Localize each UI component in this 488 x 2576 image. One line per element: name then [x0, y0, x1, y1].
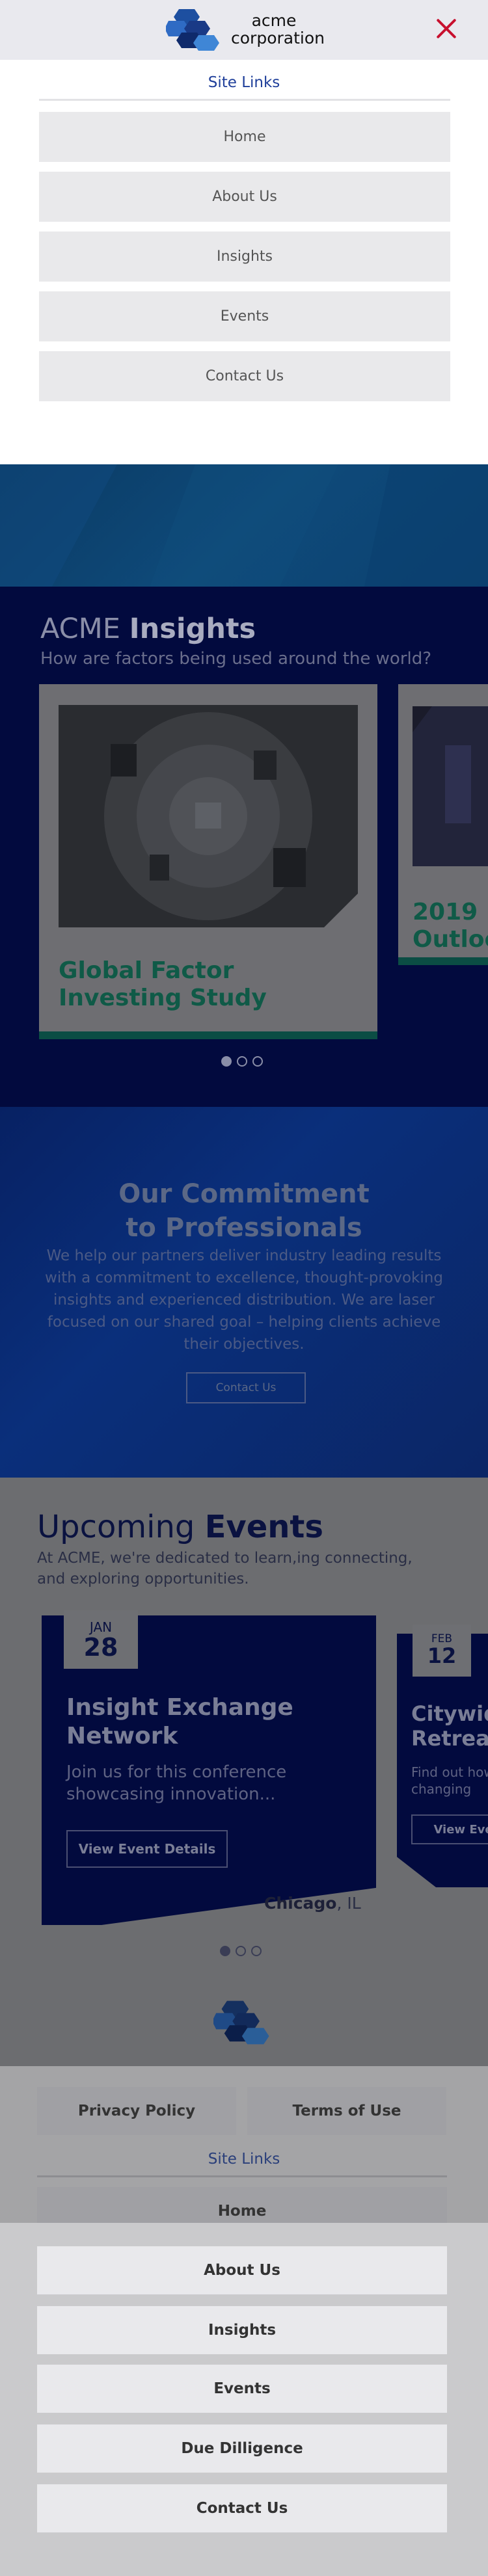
cube-logo-icon	[166, 9, 219, 51]
event-location-city: Chicago	[264, 1894, 337, 1913]
menu-item-home[interactable]: Home	[39, 112, 450, 162]
commitment-heading: Our Commitment to Professionals	[0, 1177, 488, 1245]
events-heading-light: Upcoming	[37, 1509, 195, 1545]
menu-item-insights[interactable]: Insights	[39, 232, 450, 282]
event-card-title: Citywide Retreat	[411, 1701, 488, 1751]
commitment-heading-line-2: to Professionals	[126, 1213, 362, 1243]
card-accent-stripe	[39, 1031, 377, 1039]
hero-pattern	[0, 464, 488, 587]
footer-link-due-dilligence[interactable]: Due Dilligence	[37, 2424, 447, 2473]
view-event-details-button[interactable]: View Eve	[411, 1814, 488, 1844]
footer-cube-logo-icon[interactable]	[213, 1998, 276, 2049]
event-location-state: , IL	[336, 1894, 361, 1913]
site-header: acme corporation	[0, 0, 488, 60]
events-heading: Upcoming Events	[37, 1509, 323, 1545]
close-menu-button[interactable]	[432, 14, 461, 43]
footer-links-panel: About Us Insights Events Due Dilligence …	[0, 2223, 488, 2576]
commitment-body: We help our partners deliver industry le…	[45, 1247, 443, 1353]
commitment-heading-line-1: Our Commitment	[118, 1179, 370, 1209]
event-date-badge: FEB 12	[413, 1625, 471, 1677]
event-day: 12	[427, 1643, 457, 1668]
events-section: Upcoming Events At ACME, we're dedicated…	[0, 1478, 488, 2066]
carousel-dot[interactable]	[252, 1056, 263, 1067]
acme-logo[interactable]: acme corporation	[166, 7, 325, 55]
event-day: 28	[83, 1633, 118, 1662]
carousel-dot[interactable]	[220, 1946, 230, 1956]
footer-divider	[37, 2175, 447, 2177]
commitment-section: Our Commitment to Professionals We help …	[0, 1107, 488, 1478]
outlook-image	[413, 706, 488, 866]
insight-card[interactable]: 2019 Outlook	[398, 684, 488, 965]
insights-carousel-dots	[221, 1056, 263, 1067]
insight-card[interactable]: Global Factor Investing Study	[39, 684, 377, 1039]
menu-item-about-us[interactable]: About Us	[39, 172, 450, 222]
footer-site-links-label: Site Links	[208, 2151, 280, 2168]
hero-banner	[0, 464, 488, 587]
event-date-badge: JAN 28	[64, 1610, 138, 1669]
footer-link-events[interactable]: Events	[37, 2365, 447, 2413]
footer-link-insights[interactable]: Insights	[37, 2306, 447, 2354]
insight-card-title: Global Factor Investing Study	[59, 957, 267, 1011]
card-accent-stripe	[398, 957, 488, 965]
privacy-policy-link[interactable]: Privacy Policy	[37, 2087, 236, 2135]
menu-item-events[interactable]: Events	[39, 291, 450, 341]
logo-line-1: acme	[251, 11, 297, 30]
insights-subtitle: How are factors being used around the wo…	[40, 649, 432, 669]
event-card-title: Insight Exchange Network	[66, 1694, 293, 1749]
carousel-dot[interactable]	[237, 1056, 247, 1067]
carousel-dot[interactable]	[236, 1946, 246, 1956]
logo-line-2: corporation	[231, 29, 325, 47]
event-card-description: Find out how the changing	[411, 1764, 488, 1797]
insights-heading-light: ACME	[40, 613, 120, 645]
event-location: Chicago, IL	[264, 1894, 361, 1913]
menu-item-contact-us[interactable]: Contact Us	[39, 351, 450, 401]
logo-wordmark: acme corporation	[231, 11, 325, 47]
carousel-dot[interactable]	[221, 1056, 232, 1067]
events-heading-bold: Events	[204, 1509, 323, 1545]
nav-menu-panel: Site Links Home About Us Insights Events…	[0, 60, 488, 464]
carousel-dot[interactable]	[251, 1946, 262, 1956]
terms-of-use-link[interactable]: Terms of Use	[247, 2087, 446, 2135]
menu-divider	[39, 99, 450, 101]
footer-link-contact-us[interactable]: Contact Us	[37, 2484, 447, 2532]
menu-title: Site Links	[208, 74, 280, 91]
insights-heading-bold: Insights	[129, 613, 256, 645]
view-event-details-button[interactable]: View Event Details	[66, 1830, 228, 1868]
insights-section: ACME Insights How are factors being used…	[0, 587, 488, 1107]
event-card-description: Join us for this conference showcasing i…	[66, 1762, 287, 1804]
events-subtitle: At ACME, we're dedicated to learn,ing co…	[37, 1550, 413, 1587]
city-aerial-image	[59, 705, 358, 927]
insight-card-title: 2019 Outlook	[413, 899, 488, 953]
insights-heading: ACME Insights	[40, 613, 256, 645]
contact-us-button[interactable]: Contact Us	[186, 1372, 306, 1403]
page: acme corporation Site Links Home About U…	[0, 0, 488, 2576]
events-carousel-dots	[220, 1946, 262, 1956]
footer-link-about-us[interactable]: About Us	[37, 2246, 447, 2294]
